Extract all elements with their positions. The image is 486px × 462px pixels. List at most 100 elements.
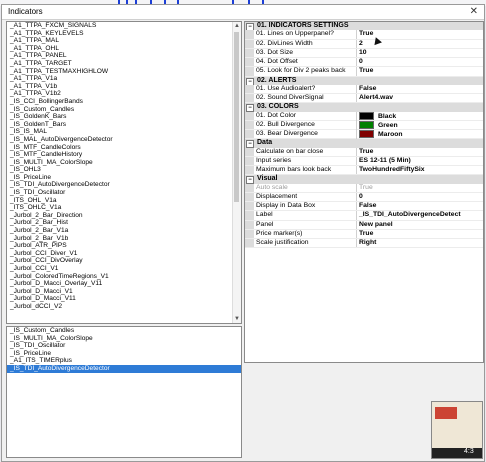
- list-item[interactable]: _IS_TDI_Oscillator: [7, 189, 241, 197]
- list-item[interactable]: _Jurbol_CCI_Diver_V1: [7, 250, 241, 258]
- property-row[interactable]: 02. Sound DiverSignal Alert4.wav: [245, 94, 483, 104]
- list-item[interactable]: _A1_TTPA_FXCM_SIGNALS: [7, 22, 241, 30]
- property-value[interactable]: 0: [356, 192, 483, 201]
- property-row[interactable]: 03. Bear Divergence Maroon: [245, 130, 483, 140]
- scroll-down-icon[interactable]: ▼: [233, 315, 241, 323]
- list-item[interactable]: _Jurbol_2_Bar_Hist: [7, 219, 241, 227]
- applied-list-item[interactable]: _IS_MULTI_MA_ColorSlope: [7, 335, 241, 343]
- applied-list-item[interactable]: _IS_TDI_AutoDivergenceDetector: [7, 364, 241, 373]
- property-value[interactable]: Alert4.wav: [356, 94, 483, 103]
- list-item[interactable]: _IS_Custom_Candles: [7, 106, 241, 114]
- property-row[interactable]: Display in Data Box False: [245, 202, 483, 212]
- property-row[interactable]: Label _IS_TDI_AutoDivergenceDetect: [245, 211, 483, 221]
- list-item[interactable]: _A1_TTPA_V1b2: [7, 90, 241, 98]
- property-value-text: Black: [378, 112, 397, 120]
- list-item[interactable]: _A1_TTPA_PANEL: [7, 52, 241, 60]
- property-row[interactable]: Maximum bars look back TwoHundredFiftySix: [245, 166, 483, 176]
- list-item[interactable]: _A1_TTPA_V1a: [7, 75, 241, 83]
- video-thumbnail-overlay[interactable]: 4:3: [431, 401, 483, 459]
- applied-list-item[interactable]: _IS_PriceLine: [7, 350, 241, 358]
- property-value[interactable]: _IS_TDI_AutoDivergenceDetect: [356, 211, 483, 220]
- property-value-text: Maroon: [378, 130, 403, 138]
- scroll-up-icon[interactable]: ▲: [233, 22, 241, 30]
- list-item[interactable]: _ITS_OHLC_V1a: [7, 204, 241, 212]
- list-item[interactable]: _Jurbol_ColoredTimeRegions_V1: [7, 273, 241, 281]
- property-value[interactable]: False: [356, 202, 483, 211]
- property-section-header[interactable]: −01. INDICATORS SETTINGS: [245, 22, 483, 31]
- property-value[interactable]: TwoHundredFiftySix: [356, 166, 483, 175]
- list-item[interactable]: _ITS_OHL_V1a: [7, 197, 241, 205]
- property-row[interactable]: Scale justification Right: [245, 239, 483, 249]
- property-value[interactable]: True: [356, 67, 483, 76]
- property-value[interactable]: True: [356, 147, 483, 156]
- list-item[interactable]: _IS_MAL_AutoDivergenceDetector: [7, 136, 241, 144]
- property-section-header[interactable]: − Visual: [245, 175, 483, 185]
- property-row[interactable]: Auto scale True: [245, 183, 483, 193]
- property-section-header[interactable]: −02. ALERTS: [245, 76, 483, 86]
- property-value[interactable]: True: [356, 229, 483, 238]
- property-row[interactable]: 04. Dot Offset 0: [245, 58, 483, 68]
- property-section-header[interactable]: − Data: [245, 139, 483, 149]
- available-list-scrollbar[interactable]: ▲ ▼: [232, 22, 241, 323]
- property-row[interactable]: 01. Dot Color Black: [245, 111, 483, 121]
- list-item[interactable]: _Jurbol_dCCI_V2: [7, 303, 241, 311]
- property-row[interactable]: Calculate on bar close True: [245, 147, 483, 157]
- property-row[interactable]: 03. Dot Size 10: [245, 48, 483, 58]
- applied-indicators-list[interactable]: _IS_Custom_Candles _IS_MULTI_MA_ColorSlop…: [6, 326, 242, 458]
- list-item[interactable]: _IS_GoldenK_Bars: [7, 113, 241, 121]
- list-item[interactable]: _A1_TTPA_V1b: [7, 83, 241, 91]
- list-item[interactable]: _IS_MTF_CandleHistory: [7, 151, 241, 159]
- list-item[interactable]: _A1_TTPA_OHL: [7, 45, 241, 53]
- list-item[interactable]: _Jurbol_2_Bar_V1b: [7, 235, 241, 243]
- property-value[interactable]: 10: [356, 48, 483, 57]
- property-row[interactable]: 05. Look for Div 2 peaks back True: [245, 67, 483, 77]
- property-section-header[interactable]: −03. COLORS: [245, 103, 483, 113]
- property-row[interactable]: 01. Use Audioalert? False: [245, 84, 483, 94]
- section-title: Visual: [257, 175, 278, 183]
- property-value[interactable]: Green: [356, 120, 483, 130]
- property-value[interactable]: True: [356, 183, 483, 192]
- list-item[interactable]: _IS_TDI_AutoDivergenceDetector: [7, 181, 241, 189]
- property-row[interactable]: 02. Bull Divergence Green: [245, 120, 483, 130]
- list-item[interactable]: _IS_MTF_CandleColors: [7, 144, 241, 152]
- list-item[interactable]: _Jurbol_ATR_PIPS: [7, 242, 241, 250]
- property-row[interactable]: Panel New panel: [245, 220, 483, 230]
- list-item[interactable]: _Jurbol_D_Macci_V11: [7, 295, 241, 303]
- list-item[interactable]: _IS_OHL3: [7, 166, 241, 174]
- list-item[interactable]: _IS_MULTI_MA_ColorSlope: [7, 159, 241, 167]
- list-item[interactable]: _Jurbol_D_Macci_Overlay_V11: [7, 280, 241, 288]
- close-icon[interactable]: ✕: [470, 6, 478, 17]
- property-row[interactable]: Input series ES 12-11 (5 Min): [245, 156, 483, 166]
- list-item[interactable]: _A1_TTPA_TESTMAXHIGHLOW: [7, 68, 241, 76]
- list-item[interactable]: _IS_CCI_BollingerBands: [7, 98, 241, 106]
- property-value[interactable]: False: [356, 84, 483, 93]
- list-item[interactable]: _IS_IS_MAL: [7, 128, 241, 136]
- property-value[interactable]: Right: [356, 239, 483, 248]
- list-item[interactable]: _Jurbol_D_Macci_V1: [7, 288, 241, 296]
- applied-list-item[interactable]: _IS_Custom_Candles: [7, 327, 241, 335]
- property-value[interactable]: New panel: [356, 220, 483, 229]
- property-value[interactable]: 0: [356, 58, 483, 67]
- property-row[interactable]: 01. Lines on Upperpanel? True: [245, 30, 483, 40]
- list-item[interactable]: _Jurbol_CCI_DivOverlay: [7, 257, 241, 265]
- property-value[interactable]: ES 12-11 (5 Min): [356, 156, 483, 165]
- list-item[interactable]: _IS_GoldenT_Bars: [7, 121, 241, 129]
- list-item[interactable]: _IS_PriceLine: [7, 174, 241, 182]
- list-item[interactable]: _A1_TTPA_TARGET: [7, 60, 241, 68]
- applied-list-item[interactable]: _A1_ITS_TIMERplus: [7, 357, 241, 365]
- scrollbar-thumb[interactable]: [234, 32, 239, 202]
- property-value[interactable]: Black: [356, 111, 483, 121]
- property-value[interactable]: Maroon: [356, 130, 483, 140]
- property-row[interactable]: Displacement 0: [245, 192, 483, 202]
- available-indicators-list[interactable]: _A1_TTPA_FXCM_SIGNALS _A1_TTPA_KEYLEVELS _…: [6, 21, 242, 324]
- applied-list-item[interactable]: _IS_TDI_Oscillator: [7, 342, 241, 350]
- list-item[interactable]: _A1_TTPA_MAL: [7, 37, 241, 45]
- property-row[interactable]: 02. DivLines Width 2: [245, 39, 483, 49]
- properties-grid[interactable]: −01. INDICATORS SETTINGS 01. Lines on Upp…: [244, 21, 484, 363]
- indicators-dialog: Indicators ✕ _A1_TTPA_FXCM_SIGNALS _A1_TT…: [1, 4, 485, 462]
- list-item[interactable]: _Jurbol_CCI_V1: [7, 265, 241, 273]
- property-row[interactable]: Price marker(s) True: [245, 229, 483, 239]
- list-item[interactable]: _Jurbol_2_Bar_V1a: [7, 227, 241, 235]
- list-item[interactable]: _Jurbol_2_Bar_Direction: [7, 212, 241, 220]
- list-item[interactable]: _A1_TTPA_KEYLEVELS: [7, 30, 241, 38]
